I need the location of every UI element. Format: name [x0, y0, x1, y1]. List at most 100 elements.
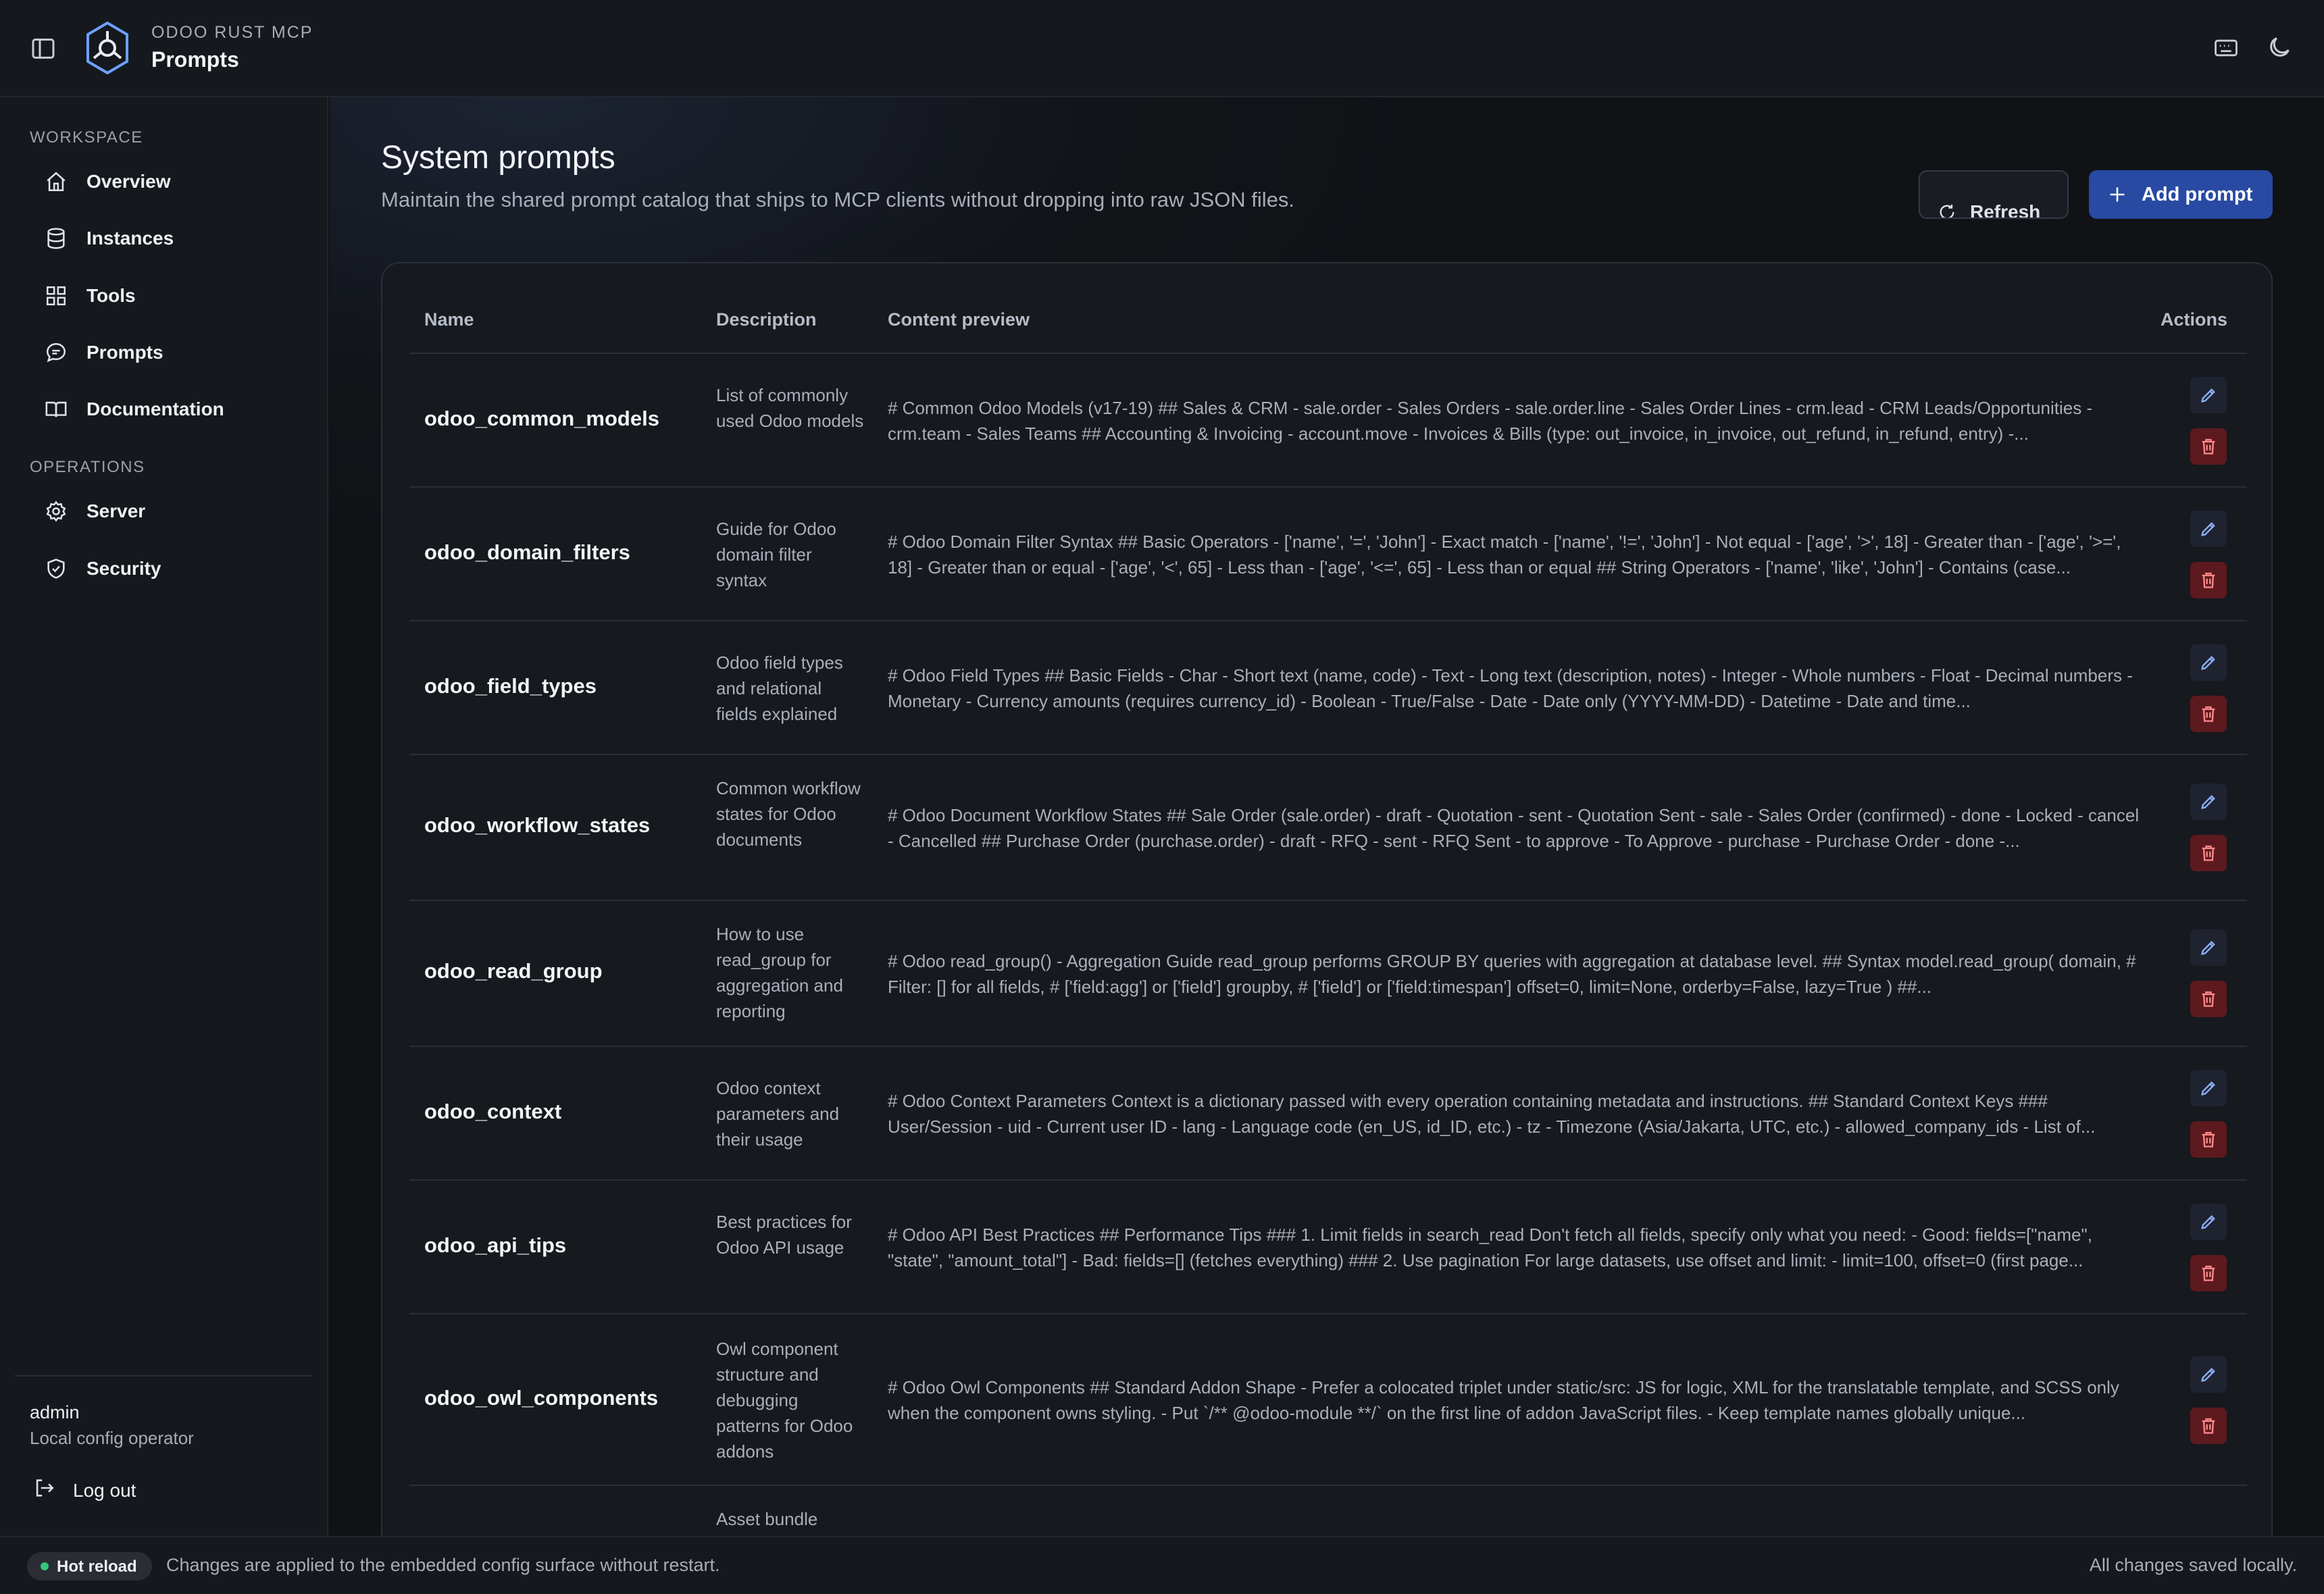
- trash-icon: [2202, 706, 2215, 722]
- sidebar-item-tools[interactable]: Tools: [16, 274, 313, 317]
- prompt-content-preview: # Odoo read_group() - Aggregation Guide …: [888, 951, 2136, 997]
- sidebar-item-documentation[interactable]: Documentation: [16, 387, 313, 430]
- sidebar-item-label: Security: [86, 558, 161, 579]
- add-prompt-button[interactable]: Add prompt: [2089, 170, 2273, 219]
- logout-button[interactable]: Log out: [30, 1474, 178, 1508]
- delete-button[interactable]: [2190, 835, 2227, 871]
- prompt-description: Asset bundle: [716, 1509, 818, 1529]
- table-row[interactable]: odoo_owl_components Owl component struct…: [409, 1314, 2247, 1486]
- column-header-content-preview: Content preview: [888, 309, 1030, 330]
- table-header: Name Description Content preview Actions: [409, 290, 2247, 354]
- delete-button[interactable]: [2190, 696, 2227, 732]
- shield-icon: [47, 559, 65, 579]
- prompt-content-preview: # Odoo API Best Practices ## Performance…: [888, 1225, 2092, 1270]
- refresh-label: Refresh: [1970, 201, 2041, 219]
- moon-icon[interactable]: [2266, 34, 2293, 61]
- prompt-description: Common workflow states for Odoo document…: [716, 778, 861, 850]
- table-row[interactable]: odoo_domain_filters Guide for Odoo domai…: [409, 488, 2247, 621]
- edit-button[interactable]: [2190, 644, 2227, 681]
- hot-reload-label: Hot reload: [57, 1558, 137, 1576]
- app-kicker: ODOO RUST MCP: [151, 23, 313, 42]
- prompt-description: How to use read_group for aggregation an…: [716, 924, 843, 1021]
- prompt-description: Guide for Odoo domain filter syntax: [716, 519, 836, 590]
- prompt-content-preview: # Common Odoo Models (v17-19) ## Sales &…: [888, 398, 2093, 444]
- edit-button[interactable]: [2190, 377, 2227, 413]
- book-icon: [45, 401, 67, 417]
- prompt-description: Odoo field types and relational fields e…: [716, 652, 843, 724]
- delete-button[interactable]: [2190, 981, 2227, 1017]
- sidebar-item-label: Instances: [86, 228, 174, 249]
- prompt-name: odoo_api_tips: [424, 1233, 567, 1257]
- hot-reload-badge: Hot reload: [27, 1552, 152, 1580]
- edit-button[interactable]: [2190, 511, 2227, 547]
- sidebar-item-label: Documentation: [86, 398, 224, 419]
- edit-button[interactable]: [2190, 1204, 2227, 1240]
- delete-button[interactable]: [2190, 1121, 2227, 1158]
- edit-button[interactable]: [2190, 929, 2227, 966]
- app-logo-icon: [86, 21, 128, 75]
- sidebar-item-overview[interactable]: Overview: [16, 159, 313, 203]
- prompt-content-preview: # Odoo Context Parameters Context is a d…: [888, 1091, 2096, 1137]
- keyboard-icon[interactable]: [2213, 36, 2239, 59]
- sidebar-item-label: Tools: [86, 285, 136, 306]
- footer-message: Changes are applied to the embedded conf…: [166, 1555, 720, 1575]
- table-row[interactable]: odoo_read_group How to use read_group fo…: [409, 901, 2247, 1047]
- user-role: Local config operator: [30, 1428, 194, 1448]
- page-title: System prompts: [381, 140, 615, 176]
- sidebar-item-instances[interactable]: Instances: [16, 216, 313, 259]
- delete-button[interactable]: [2190, 1408, 2227, 1444]
- column-header-actions: Actions: [2161, 309, 2228, 330]
- pencil-icon: [2201, 941, 2215, 955]
- page-subtitle: Maintain the shared prompt catalog that …: [381, 188, 1295, 211]
- trash-icon: [2202, 991, 2215, 1007]
- pencil-icon: [2201, 388, 2215, 403]
- prompt-content-preview: # Odoo Owl Components ## Standard Addon …: [888, 1377, 2119, 1423]
- pencil-icon: [2201, 656, 2215, 670]
- trash-icon: [2202, 572, 2215, 588]
- logout-icon: [36, 1479, 54, 1497]
- main-content: System prompts Maintain the shared promp…: [330, 97, 2324, 1579]
- header-title: Prompts: [151, 47, 239, 72]
- prompt-description: Odoo context parameters and their usage: [716, 1078, 840, 1150]
- sidebar-item-security[interactable]: Security: [16, 546, 313, 590]
- prompt-content-preview: # Odoo Domain Filter Syntax ## Basic Ope…: [888, 532, 2121, 577]
- table-row[interactable]: odoo_field_types Odoo field types and re…: [409, 621, 2247, 755]
- pencil-icon: [2201, 522, 2215, 536]
- delete-button[interactable]: [2190, 1255, 2227, 1291]
- table-row[interactable]: odoo_context Odoo context parameters and…: [409, 1047, 2247, 1181]
- chat-icon: [46, 342, 66, 363]
- sidebar-item-label: Prompts: [86, 342, 163, 363]
- trash-icon: [2202, 1265, 2215, 1281]
- refresh-button[interactable]: Refresh: [1919, 170, 2069, 219]
- grid-icon: [46, 286, 66, 306]
- prompt-description: Best practices for Odoo API usage: [716, 1212, 852, 1258]
- trash-icon: [2202, 1131, 2215, 1148]
- column-header-description: Description: [716, 309, 817, 330]
- edit-button[interactable]: [2190, 1356, 2227, 1393]
- add-prompt-label: Add prompt: [2142, 184, 2253, 205]
- sidebar-item-server[interactable]: Server: [16, 489, 313, 532]
- trash-icon: [2202, 1418, 2215, 1434]
- sidebar-divider: [15, 1375, 312, 1377]
- gear-icon: [46, 500, 66, 522]
- logout-label: Log out: [73, 1480, 136, 1501]
- sidebar: WORKSPACE Overview Instances Tools Promp…: [0, 97, 328, 1536]
- edit-button[interactable]: [2190, 1070, 2227, 1106]
- user-name: admin: [30, 1402, 80, 1422]
- edit-button[interactable]: [2190, 783, 2227, 820]
- sidebar-toggle-icon[interactable]: [30, 35, 57, 62]
- delete-button[interactable]: [2190, 428, 2227, 465]
- sidebar-item-label: Server: [86, 500, 146, 521]
- refresh-icon: [1940, 204, 1954, 217]
- prompt-name: odoo_context: [424, 1100, 562, 1123]
- table-row[interactable]: odoo_api_tips Best practices for Odoo AP…: [409, 1181, 2247, 1314]
- prompt-description: List of commonly used Odoo models: [716, 385, 864, 431]
- home-icon: [47, 172, 66, 192]
- save-status: All changes saved locally.: [2089, 1555, 2297, 1575]
- table-row[interactable]: odoo_workflow_states Common workflow sta…: [409, 755, 2247, 901]
- delete-button[interactable]: [2190, 562, 2227, 598]
- sidebar-item-prompts[interactable]: Prompts: [16, 330, 313, 374]
- table-row[interactable]: odoo_common_models List of commonly used…: [409, 354, 2247, 488]
- prompt-content-preview: # Odoo Document Workflow States ## Sale …: [888, 805, 2140, 851]
- prompt-name: odoo_common_models: [424, 407, 659, 430]
